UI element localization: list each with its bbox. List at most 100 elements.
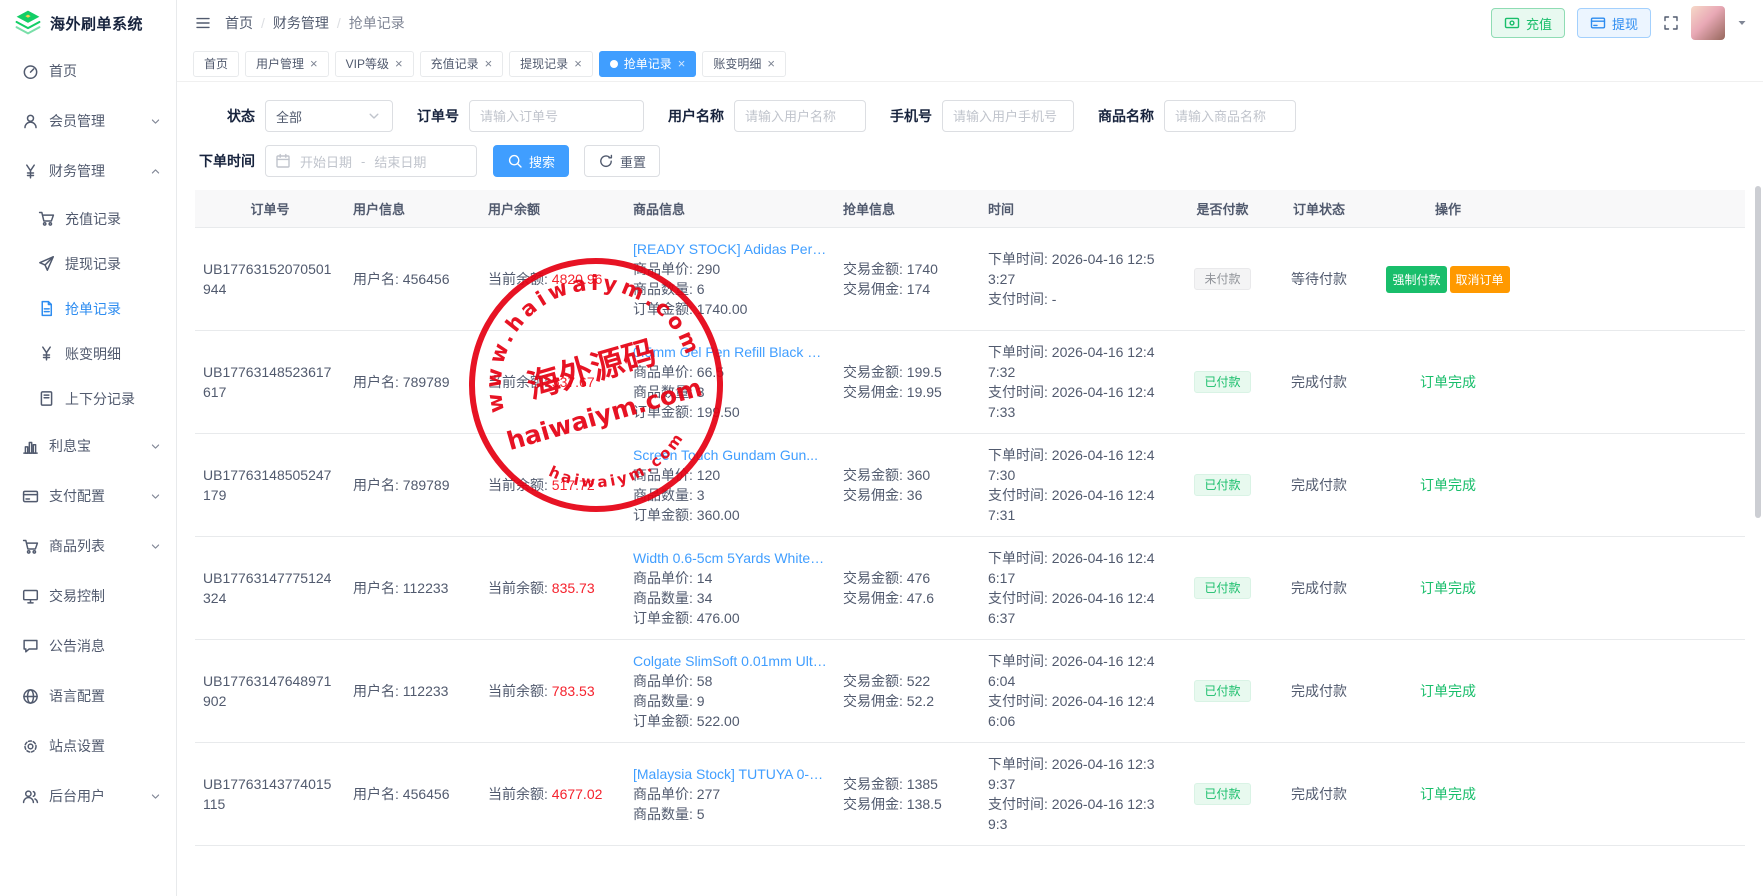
column-header-order-status: 订单状态 bbox=[1275, 199, 1363, 218]
sidebar-item-payment-config[interactable]: 支付配置 bbox=[0, 471, 176, 521]
table-body: UB17763152070501944用户名: 456456当前余额: 4820… bbox=[195, 228, 1745, 846]
sidebar-item-recharge-records[interactable]: 充值记录 bbox=[0, 196, 176, 241]
order-no-label: 订单号 bbox=[417, 106, 459, 126]
sidebar-item-finance[interactable]: 财务管理 bbox=[0, 146, 176, 196]
sidebar-item-members[interactable]: 会员管理 bbox=[0, 96, 176, 146]
tab-close-icon[interactable]: × bbox=[767, 57, 775, 70]
sidebar-item-announcements[interactable]: 公告消息 bbox=[0, 621, 176, 671]
search-button[interactable]: 搜索 bbox=[493, 145, 569, 177]
column-header-operations: 操作 bbox=[1363, 199, 1533, 218]
date-range-input[interactable]: 开始日期 - 结束日期 bbox=[265, 145, 477, 177]
column-header-product-info: 商品信息 bbox=[625, 199, 835, 218]
search-button-label: 搜索 bbox=[529, 152, 555, 171]
product-unit-price: 商品单价: 120 bbox=[633, 465, 827, 485]
order-no-input[interactable] bbox=[469, 100, 644, 132]
user-info-cell: 用户名: 789789 bbox=[345, 372, 480, 392]
trade-amount: 交易金额: 1385 bbox=[843, 774, 972, 794]
pay-time: 支付时间: 2026-04-16 12:47:31 bbox=[988, 485, 1162, 525]
recharge-button-label: 充值 bbox=[1526, 14, 1552, 33]
end-date-placeholder: 结束日期 bbox=[374, 152, 426, 171]
sidebar-item-updown-records[interactable]: 上下分记录 bbox=[0, 376, 176, 421]
tab-recharge-records[interactable]: 充值记录 × bbox=[420, 51, 504, 77]
cancel-order-button[interactable]: 取消订单 bbox=[1450, 266, 1510, 293]
operations-cell: 强制付款取消订单 bbox=[1363, 266, 1533, 293]
operations-cell: 订单完成 bbox=[1363, 681, 1533, 701]
tab-close-icon[interactable]: × bbox=[485, 57, 493, 70]
product-title-link[interactable]: 0.5mm Gel Pen Refill Black Red ... bbox=[633, 342, 827, 362]
product-order-amount: 订单金额: 476.00 bbox=[633, 608, 827, 628]
force-pay-button[interactable]: 强制付款 bbox=[1386, 266, 1446, 293]
pay-status-badge: 已付款 bbox=[1194, 680, 1250, 702]
fullscreen-icon[interactable] bbox=[1663, 15, 1679, 31]
product-title-link[interactable]: Width 0.6-5cm 5Yards White Bla... bbox=[633, 548, 827, 568]
sidebar-item-trade-control[interactable]: 交易控制 bbox=[0, 571, 176, 621]
filter-row-2: 下单时间 开始日期 - 结束日期 搜索 重置 bbox=[195, 145, 1745, 177]
tab-label: 抢单记录 bbox=[624, 55, 672, 72]
product-info-cell: [Malaysia Stock] TUTUYA 0-3 Ye...商品单价: 2… bbox=[625, 764, 835, 824]
product-unit-price: 商品单价: 277 bbox=[633, 784, 827, 804]
product-quantity: 商品数量: 3 bbox=[633, 485, 827, 505]
breadcrumb: 首页/财务管理/抢单记录 bbox=[225, 13, 405, 33]
sidebar-item-label: 首页 bbox=[49, 61, 77, 81]
tab-home[interactable]: 首页 bbox=[193, 51, 239, 77]
sidebar-item-label: 利息宝 bbox=[49, 436, 91, 456]
order-time-filter: 下单时间 开始日期 - 结束日期 bbox=[195, 145, 477, 177]
sidebar-item-label: 支付配置 bbox=[49, 486, 105, 506]
pay-time: 支付时间: 2026-04-16 12:46:06 bbox=[988, 691, 1162, 731]
sidebar-item-product-list[interactable]: 商品列表 bbox=[0, 521, 176, 571]
avatar[interactable] bbox=[1691, 6, 1725, 40]
sidebar-menu: 首页会员管理财务管理充值记录提现记录抢单记录账变明细上下分记录利息宝支付配置商品… bbox=[0, 46, 176, 821]
trade-amount: 交易金额: 476 bbox=[843, 568, 972, 588]
product-info-cell: Colgate SlimSoft 0.01mm Ultra ...商品单价: 5… bbox=[625, 651, 835, 731]
user-icon bbox=[22, 113, 39, 130]
tab-label: 充值记录 bbox=[431, 55, 479, 72]
order-time: 下单时间: 2026-04-16 12:46:17 bbox=[988, 548, 1162, 588]
withdraw-button[interactable]: 提现 bbox=[1577, 8, 1651, 38]
app-logo[interactable]: 海外刷单系统 bbox=[0, 0, 176, 46]
product-title-link[interactable]: Screen Touch Gundam Gun... bbox=[633, 445, 827, 465]
sidebar-item-site-settings[interactable]: 站点设置 bbox=[0, 721, 176, 771]
tab-grab-records[interactable]: 抢单记录 × bbox=[599, 51, 697, 77]
tab-account-changes[interactable]: 账变明细× bbox=[702, 51, 786, 77]
product-title-link[interactable]: [READY STOCK] Adidas Perfor... bbox=[633, 239, 827, 259]
scrollbar-thumb[interactable] bbox=[1755, 186, 1761, 518]
sidebar-item-label: 站点设置 bbox=[49, 736, 105, 756]
column-header-order-no: 订单号 bbox=[195, 199, 345, 218]
sidebar-item-account-changes[interactable]: 账变明细 bbox=[0, 331, 176, 376]
tab-close-icon[interactable]: × bbox=[310, 57, 318, 70]
filter-row-1: 状态 全部 订单号 用户名称 手机 bbox=[195, 100, 1745, 132]
grab-info-cell: 交易金额: 199.5交易佣金: 19.95 bbox=[835, 362, 980, 402]
time-cell: 下单时间: 2026-04-16 12:47:30支付时间: 2026-04-1… bbox=[980, 445, 1170, 525]
table-row: UB17763152070501944用户名: 456456当前余额: 4820… bbox=[195, 228, 1745, 331]
tab-close-icon[interactable]: × bbox=[574, 57, 582, 70]
user-name-input[interactable] bbox=[734, 100, 866, 132]
sidebar-item-admin-users[interactable]: 后台用户 bbox=[0, 771, 176, 821]
phone-input[interactable] bbox=[942, 100, 1074, 132]
tab-user-management[interactable]: 用户管理× bbox=[245, 51, 329, 77]
pay-status-cell: 已付款 bbox=[1170, 783, 1275, 805]
sidebar-item-home[interactable]: 首页 bbox=[0, 46, 176, 96]
order-status-cell: 完成付款 bbox=[1275, 475, 1363, 495]
sidebar-item-language-config[interactable]: 语言配置 bbox=[0, 671, 176, 721]
sidebar-item-label: 抢单记录 bbox=[65, 299, 121, 319]
tab-close-icon[interactable]: × bbox=[395, 57, 403, 70]
tab-vip-level[interactable]: VIP等级× bbox=[335, 51, 414, 77]
tab-close-icon[interactable]: × bbox=[678, 57, 686, 70]
breadcrumb-item[interactable]: 财务管理 bbox=[273, 13, 329, 33]
user-menu-caret-icon[interactable] bbox=[1737, 18, 1747, 28]
sidebar-item-label: 账变明细 bbox=[65, 344, 121, 364]
sidebar-item-grab-records[interactable]: 抢单记录 bbox=[0, 286, 176, 331]
breadcrumb-item[interactable]: 首页 bbox=[225, 13, 253, 33]
menu-collapse-icon[interactable] bbox=[195, 15, 211, 31]
product-title-link[interactable]: [Malaysia Stock] TUTUYA 0-3 Ye... bbox=[633, 764, 827, 784]
sidebar-item-interest[interactable]: 利息宝 bbox=[0, 421, 176, 471]
sidebar-item-withdraw-records[interactable]: 提现记录 bbox=[0, 241, 176, 286]
recharge-button[interactable]: 充值 bbox=[1491, 8, 1565, 38]
user-name-filter: 用户名称 bbox=[668, 100, 866, 132]
product-name-input[interactable] bbox=[1164, 100, 1296, 132]
order-no-cell: UB17763152070501944 bbox=[195, 259, 345, 299]
tab-withdraw-records[interactable]: 提现记录× bbox=[509, 51, 593, 77]
status-select[interactable]: 全部 bbox=[265, 100, 393, 132]
product-title-link[interactable]: Colgate SlimSoft 0.01mm Ultra ... bbox=[633, 651, 827, 671]
reset-button[interactable]: 重置 bbox=[584, 145, 660, 177]
